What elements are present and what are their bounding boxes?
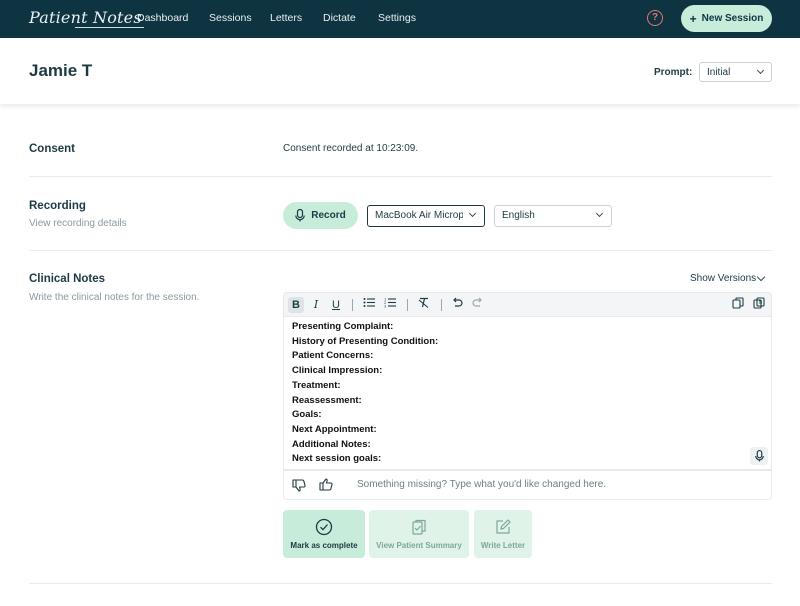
prompt-value: Initial bbox=[707, 67, 731, 78]
note-heading: Clinical Impression: bbox=[292, 365, 383, 377]
feedback-input[interactable]: Something missing? Type what you'd like … bbox=[357, 479, 606, 490]
nav-sessions[interactable]: Sessions bbox=[209, 12, 252, 24]
write-letter-label: Write Letter bbox=[480, 541, 526, 550]
brand-logo[interactable]: Patient Notes bbox=[29, 8, 144, 28]
recording-details-link[interactable]: View recording details bbox=[29, 218, 127, 229]
chevron-down-icon bbox=[756, 272, 766, 282]
note-heading: Reassessment: bbox=[292, 394, 362, 406]
clinical-notes-subtitle: Write the clinical notes for the session… bbox=[29, 292, 200, 303]
bullet-list-icon[interactable] bbox=[361, 297, 377, 313]
divider bbox=[29, 176, 772, 177]
note-heading: Goals: bbox=[292, 409, 322, 421]
italic-icon[interactable]: I bbox=[308, 297, 324, 313]
copy-all-icon[interactable] bbox=[751, 297, 767, 313]
consent-status: Consent recorded at 10:23:09. bbox=[283, 143, 419, 154]
recording-title: Recording bbox=[29, 200, 86, 212]
microphone-icon bbox=[295, 209, 306, 222]
microphone-select[interactable]: MacBook Air Microphone bbox=[367, 205, 485, 227]
underline-icon[interactable]: U bbox=[328, 297, 344, 313]
prompt-select[interactable]: Initial bbox=[699, 62, 772, 82]
record-label: Record bbox=[311, 210, 346, 221]
note-heading: Additional Notes: bbox=[292, 438, 371, 450]
top-nav-bar: Patient Notes Dashboard Sessions Letters… bbox=[0, 0, 800, 38]
view-summary-button[interactable]: View Patient Summary bbox=[369, 510, 469, 558]
toolbar-separator bbox=[407, 299, 408, 311]
nav-dashboard[interactable]: Dashboard bbox=[137, 12, 188, 24]
nav-settings[interactable]: Settings bbox=[378, 12, 416, 24]
language-value: English bbox=[502, 210, 535, 221]
prompt-label: Prompt: bbox=[654, 67, 693, 78]
microphone-icon bbox=[754, 450, 764, 462]
redo-icon[interactable] bbox=[470, 297, 486, 313]
numbered-list-icon[interactable]: 123 bbox=[382, 297, 398, 313]
nav-dictate[interactable]: Dictate bbox=[323, 12, 356, 24]
chevron-down-icon bbox=[468, 209, 477, 218]
toolbar-separator bbox=[441, 299, 442, 311]
help-icon[interactable]: ? bbox=[647, 10, 663, 26]
copy-icon[interactable] bbox=[730, 297, 746, 313]
svg-text:3: 3 bbox=[384, 305, 386, 309]
write-letter-button[interactable]: Write Letter bbox=[474, 510, 532, 558]
check-circle-icon bbox=[315, 518, 333, 536]
clinical-notes-title: Clinical Notes bbox=[29, 273, 106, 285]
note-heading: Treatment: bbox=[292, 379, 341, 391]
patient-header: Jamie T Prompt: Initial bbox=[0, 38, 800, 104]
clear-format-icon[interactable] bbox=[416, 297, 432, 313]
consent-title: Consent bbox=[29, 143, 75, 155]
nav-letters[interactable]: Letters bbox=[270, 12, 302, 24]
note-heading: Patient Concerns: bbox=[292, 350, 374, 362]
note-heading: Next session goals: bbox=[292, 453, 382, 465]
bold-icon[interactable]: B bbox=[288, 297, 304, 313]
feedback-bar: Something missing? Type what you'd like … bbox=[283, 470, 772, 500]
thumbs-up-icon[interactable] bbox=[319, 478, 333, 491]
show-versions-toggle[interactable]: Show Versions bbox=[690, 272, 766, 284]
record-button[interactable]: Record bbox=[283, 202, 358, 229]
undo-icon[interactable] bbox=[449, 297, 465, 313]
editor-toolbar: B I U 123 bbox=[283, 292, 772, 317]
note-heading: Presenting Complaint: bbox=[292, 321, 394, 332]
dictate-mic-button[interactable] bbox=[750, 447, 768, 465]
microphone-value: MacBook Air Microphone bbox=[375, 210, 463, 221]
patient-name: Jamie T bbox=[29, 61, 93, 80]
new-session-button[interactable]: + New Session bbox=[681, 5, 772, 32]
divider bbox=[29, 250, 772, 251]
plus-icon: + bbox=[689, 11, 697, 26]
chevron-down-icon bbox=[595, 209, 604, 218]
language-select[interactable]: English bbox=[494, 205, 612, 227]
toolbar-separator bbox=[352, 299, 353, 311]
note-heading: History of Presenting Condition: bbox=[292, 335, 439, 347]
show-versions-label: Show Versions bbox=[690, 273, 757, 284]
divider bbox=[29, 583, 772, 584]
new-session-label: New Session bbox=[701, 13, 764, 24]
note-heading: Next Appointment: bbox=[292, 423, 377, 435]
mark-complete-label: Mark as complete bbox=[290, 541, 358, 550]
edit-icon bbox=[496, 519, 511, 534]
view-summary-label: View Patient Summary bbox=[376, 541, 462, 550]
mark-complete-button[interactable]: Mark as complete bbox=[283, 510, 365, 558]
clipboard-icon bbox=[412, 519, 426, 535]
thumbs-down-icon[interactable] bbox=[292, 479, 306, 492]
chevron-down-icon bbox=[756, 66, 765, 75]
clinical-notes-editor[interactable]: Presenting Complaint: History of Present… bbox=[283, 317, 772, 470]
